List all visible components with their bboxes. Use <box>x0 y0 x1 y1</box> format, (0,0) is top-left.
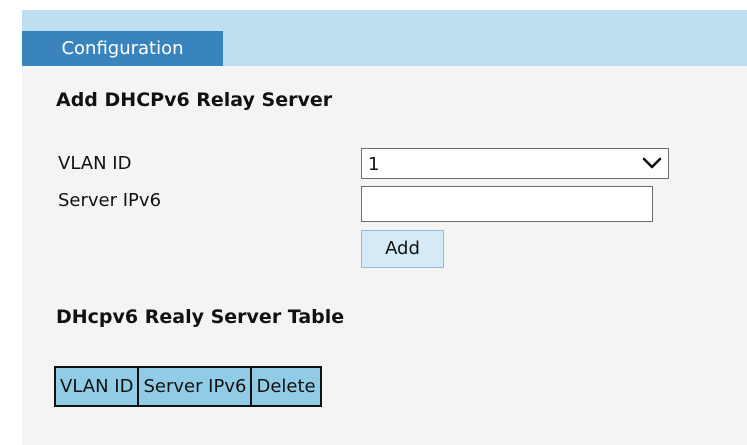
tab-bar: Configuration <box>22 10 747 66</box>
column-header-server-ipv6: Server IPv6 <box>137 366 253 407</box>
add-button[interactable]: Add <box>361 230 444 268</box>
column-header-vlan-id: VLAN ID <box>53 366 140 407</box>
column-header-delete: Delete <box>250 366 322 407</box>
vlan-id-label: VLAN ID <box>58 153 132 174</box>
vlan-id-selected-value: 1 <box>368 154 380 175</box>
server-ipv6-label: Server IPv6 <box>58 190 162 211</box>
table-section-title: DHcpv6 Realy Server Table <box>56 306 345 328</box>
vlan-id-select[interactable]: 1 <box>361 148 669 179</box>
relay-server-table: VLAN ID Server IPv6 Delete <box>53 366 322 407</box>
content-panel: Configuration Add DHCPv6 Relay Server VL… <box>22 10 747 445</box>
table-header-row: VLAN ID Server IPv6 Delete <box>53 366 322 407</box>
server-ipv6-input[interactable] <box>361 186 653 222</box>
add-section-title: Add DHCPv6 Relay Server <box>56 89 333 111</box>
chevron-down-icon <box>642 157 662 169</box>
tab-configuration[interactable]: Configuration <box>22 31 223 66</box>
